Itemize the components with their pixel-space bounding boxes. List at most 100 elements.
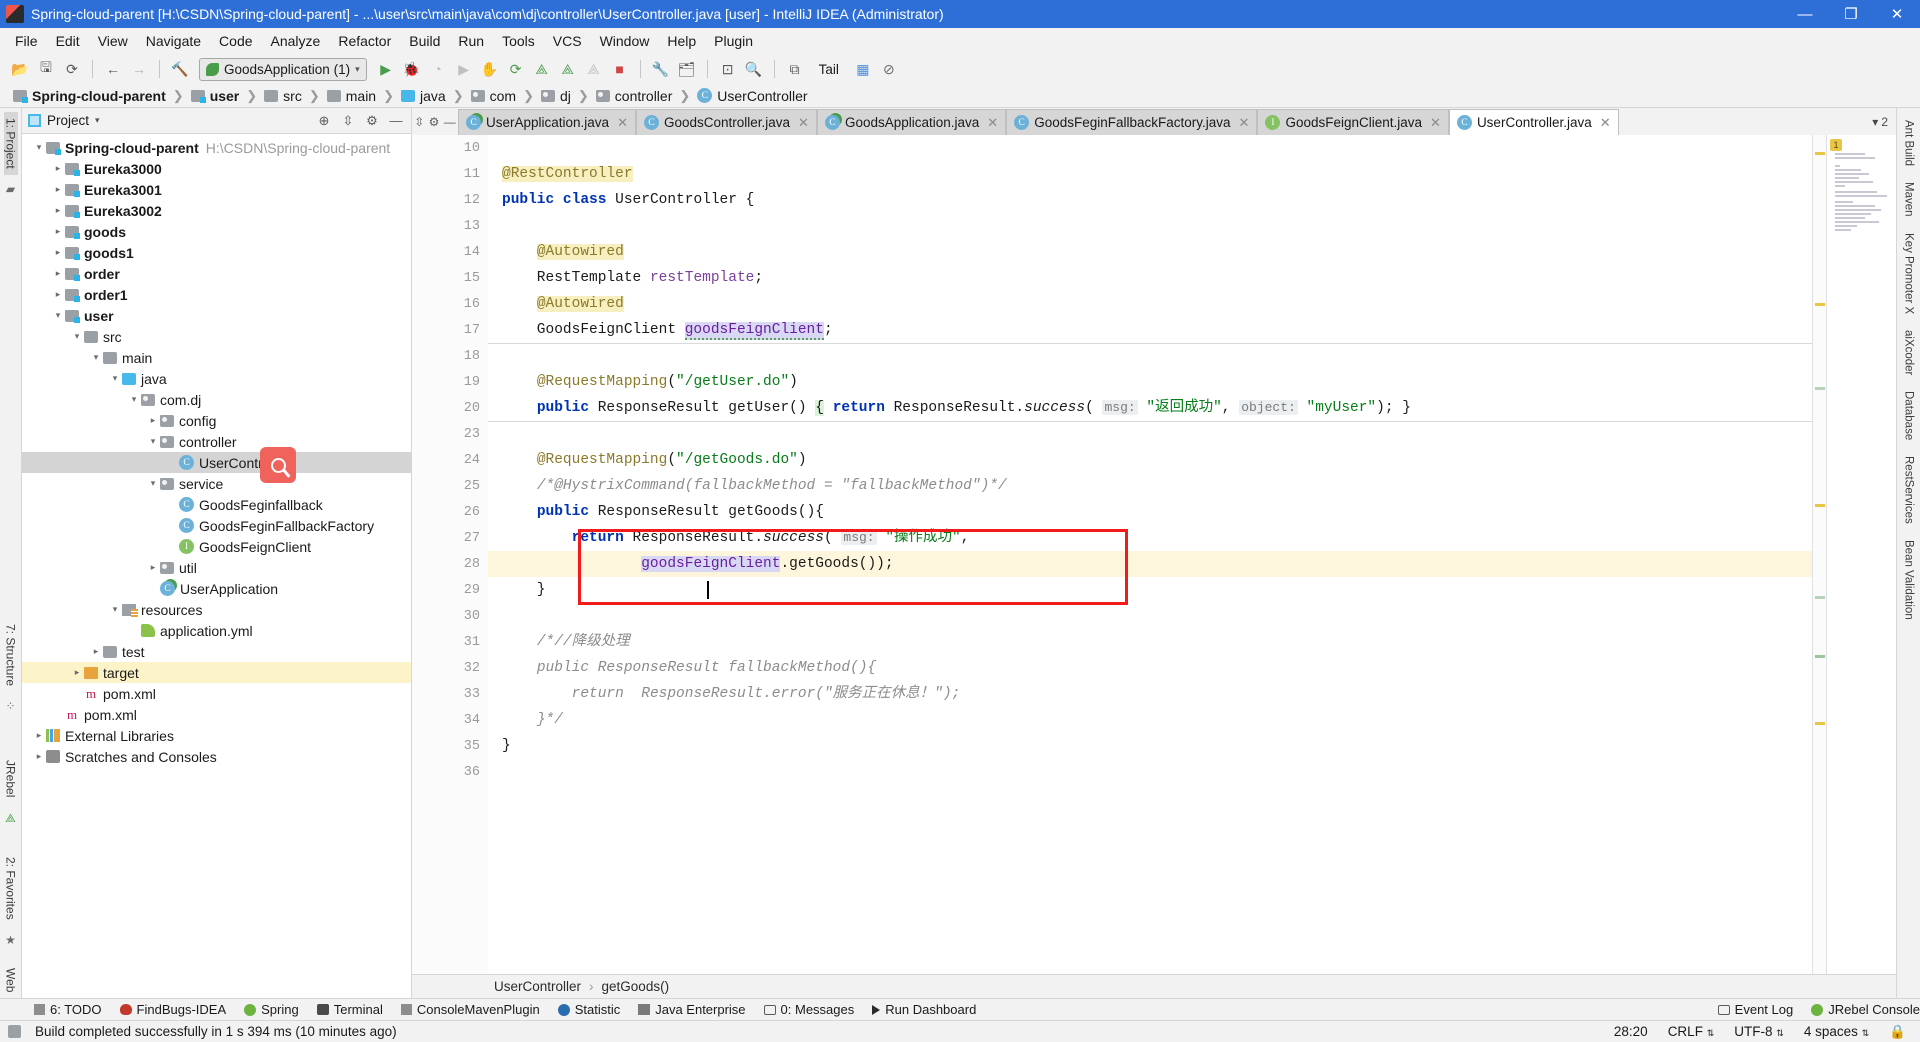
line-separator[interactable]: CRLF ⇅	[1662, 1024, 1721, 1039]
tree-item[interactable]: C UserApplication	[22, 578, 411, 599]
editor-tab-goodsfeginfallbackfactory[interactable]: C GoodsFeginFallbackFactory.java ✕	[1006, 109, 1258, 135]
breadcrumb-item-java[interactable]: java	[398, 88, 449, 104]
expand-collapse-icon[interactable]: ⇳	[414, 115, 424, 129]
tree-expand-arrow-icon[interactable]	[51, 205, 65, 216]
update-project-icon[interactable]: ⊡	[716, 57, 740, 81]
tool-window-jrebel-console[interactable]: JRebel Console	[1811, 1002, 1920, 1017]
error-marker[interactable]	[1815, 386, 1825, 390]
breadcrumb-item-controller[interactable]: controller	[593, 88, 676, 104]
tree-expand-arrow-icon[interactable]	[146, 562, 160, 573]
tool-window-terminal[interactable]: Terminal	[316, 1002, 383, 1017]
breadcrumb-item-user[interactable]: user	[188, 88, 243, 104]
chevron-down-icon[interactable]: ▾	[1872, 115, 1878, 129]
chevron-down-icon[interactable]: ▾	[95, 115, 100, 126]
gear-icon[interactable]: ⚙	[429, 115, 440, 129]
menu-item-vcs[interactable]: VCS	[544, 30, 591, 52]
folder-rail-icon[interactable]: ▰	[6, 182, 15, 196]
code-line[interactable]: @RequestMapping("/getUser.do")	[488, 369, 1812, 395]
forward-arrow-icon[interactable]: →	[127, 57, 151, 81]
tree-expand-arrow-icon[interactable]	[127, 394, 141, 405]
breadcrumb-item-src[interactable]: src	[261, 88, 305, 104]
tree-expand-arrow-icon[interactable]	[51, 247, 65, 258]
right-rail-item-restservices[interactable]: RestServices	[1903, 448, 1915, 532]
tree-item[interactable]: order1	[22, 284, 411, 305]
tool-window-java-enterprise[interactable]: Java Enterprise	[638, 1002, 746, 1017]
tree-expand-arrow-icon[interactable]	[51, 163, 65, 174]
code-line[interactable]: public class UserController {	[488, 187, 1812, 213]
tree-item[interactable]: src	[22, 326, 411, 347]
run-coverage-icon[interactable]: ◔	[426, 57, 450, 81]
sidebar-item-structure[interactable]: 7: Structure	[4, 618, 18, 692]
tree-item[interactable]: Scratches and Consoles	[22, 746, 411, 767]
right-rail-item-database[interactable]: Database	[1903, 383, 1915, 448]
close-icon[interactable]: ✕	[1600, 115, 1611, 131]
tree-expand-arrow-icon[interactable]	[70, 667, 84, 678]
disable-icon[interactable]: ⊘	[877, 57, 901, 81]
tree-expand-arrow-icon[interactable]	[32, 751, 46, 762]
code-line[interactable]: }*/	[488, 707, 1812, 733]
search-everywhere-icon[interactable]: 🔍	[742, 57, 766, 81]
tree-item[interactable]: Eureka3000	[22, 158, 411, 179]
tool-window-6-todo[interactable]: 6: TODO	[34, 1002, 102, 1017]
breadcrumb-class[interactable]: UserController	[494, 979, 581, 994]
tree-item[interactable]: user	[22, 305, 411, 326]
tool-window-event-log[interactable]: Event Log	[1717, 1002, 1793, 1017]
lock-icon[interactable]: 🔒	[1883, 1024, 1912, 1040]
tool-window-statistic[interactable]: Statistic	[557, 1002, 620, 1017]
close-button[interactable]: ✕	[1874, 0, 1920, 28]
profile-icon[interactable]: ▶	[452, 57, 476, 81]
menu-item-plugin[interactable]: Plugin	[705, 30, 762, 52]
error-marker[interactable]	[1815, 596, 1825, 600]
tree-expand-arrow-icon[interactable]	[108, 373, 122, 384]
error-marker[interactable]	[1815, 151, 1825, 155]
breadcrumb-item-usercontroller[interactable]: C UserController	[694, 88, 810, 104]
sidebar-item-jrebel[interactable]: JRebel	[4, 754, 18, 803]
jrebel-run-icon[interactable]: ⟁	[530, 57, 554, 81]
sidebar-item-project[interactable]: 1: Project	[3, 112, 18, 175]
tree-expand-arrow-icon[interactable]	[51, 226, 65, 237]
sidebar-item-favorites[interactable]: 2: Favorites	[4, 851, 18, 926]
close-icon[interactable]: ✕	[617, 115, 628, 131]
build-hammer-icon[interactable]: 🔨	[168, 57, 192, 81]
right-rail-item-ant-build[interactable]: Ant Build	[1903, 112, 1915, 174]
breadcrumb-item-spring-cloud-parent[interactable]: Spring-cloud-parent	[10, 88, 169, 104]
tree-item[interactable]: order	[22, 263, 411, 284]
code-line[interactable]: /*@HystrixCommand(fallbackMethod = "fall…	[488, 473, 1812, 499]
jrebel-disabled-icon[interactable]: ⟁	[582, 57, 606, 81]
tree-item[interactable]: goods	[22, 221, 411, 242]
menu-item-refactor[interactable]: Refactor	[329, 30, 400, 52]
code-line[interactable]	[488, 213, 1812, 239]
code-line[interactable]: @Autowired	[488, 291, 1812, 317]
tool-window-consolemavenplugin[interactable]: ConsoleMavenPlugin	[400, 1002, 540, 1017]
tree-expand-arrow-icon[interactable]	[51, 310, 65, 321]
menu-item-navigate[interactable]: Navigate	[137, 30, 210, 52]
sync-icon[interactable]: ⟳	[60, 57, 84, 81]
code-line[interactable]	[488, 421, 1812, 447]
code-line[interactable]: public ResponseResult getUser() { return…	[488, 395, 1812, 421]
code-line[interactable]: }	[488, 733, 1812, 759]
menu-item-edit[interactable]: Edit	[47, 30, 89, 52]
code-line[interactable]: goodsFeignClient.getGoods());	[488, 551, 1812, 577]
tree-item[interactable]: Eureka3002	[22, 200, 411, 221]
code-line[interactable]: return ResponseResult.error("服务正在休息！");	[488, 681, 1812, 707]
code-line[interactable]: @RestController	[488, 161, 1812, 187]
tree-item[interactable]: controller	[22, 431, 411, 452]
tool-window-spring[interactable]: Spring	[244, 1002, 299, 1017]
right-rail-item-bean-validation[interactable]: Bean Validation	[1903, 532, 1915, 628]
error-marker[interactable]	[1815, 655, 1825, 659]
editor-tab-userapplication[interactable]: C UserApplication.java ✕	[458, 109, 636, 135]
tree-item[interactable]: main	[22, 347, 411, 368]
tree-expand-arrow-icon[interactable]	[108, 604, 122, 615]
locate-file-icon[interactable]: ⊕	[315, 112, 333, 130]
menu-item-run[interactable]: Run	[449, 30, 493, 52]
indent-setting[interactable]: 4 spaces ⇅	[1798, 1024, 1875, 1039]
tree-expand-arrow-icon[interactable]	[146, 415, 160, 426]
tree-item[interactable]: test	[22, 641, 411, 662]
blocks-rail-icon[interactable]: ⁘	[5, 699, 15, 713]
editor-gutter[interactable]: 10 11 12 13 14 15 16 17 18 19 20 23 24 25 26 27 28 29 30 31…	[412, 135, 488, 974]
tree-item[interactable]: C GoodsFeginFallbackFactory	[22, 515, 411, 536]
jrebel-rail-icon[interactable]: ⟁	[5, 811, 16, 826]
run-button-icon[interactable]: ▶	[374, 57, 398, 81]
code-line[interactable]: public ResponseResult fallbackMethod(){	[488, 655, 1812, 681]
tool-window-run-dashboard[interactable]: Run Dashboard	[872, 1002, 976, 1017]
